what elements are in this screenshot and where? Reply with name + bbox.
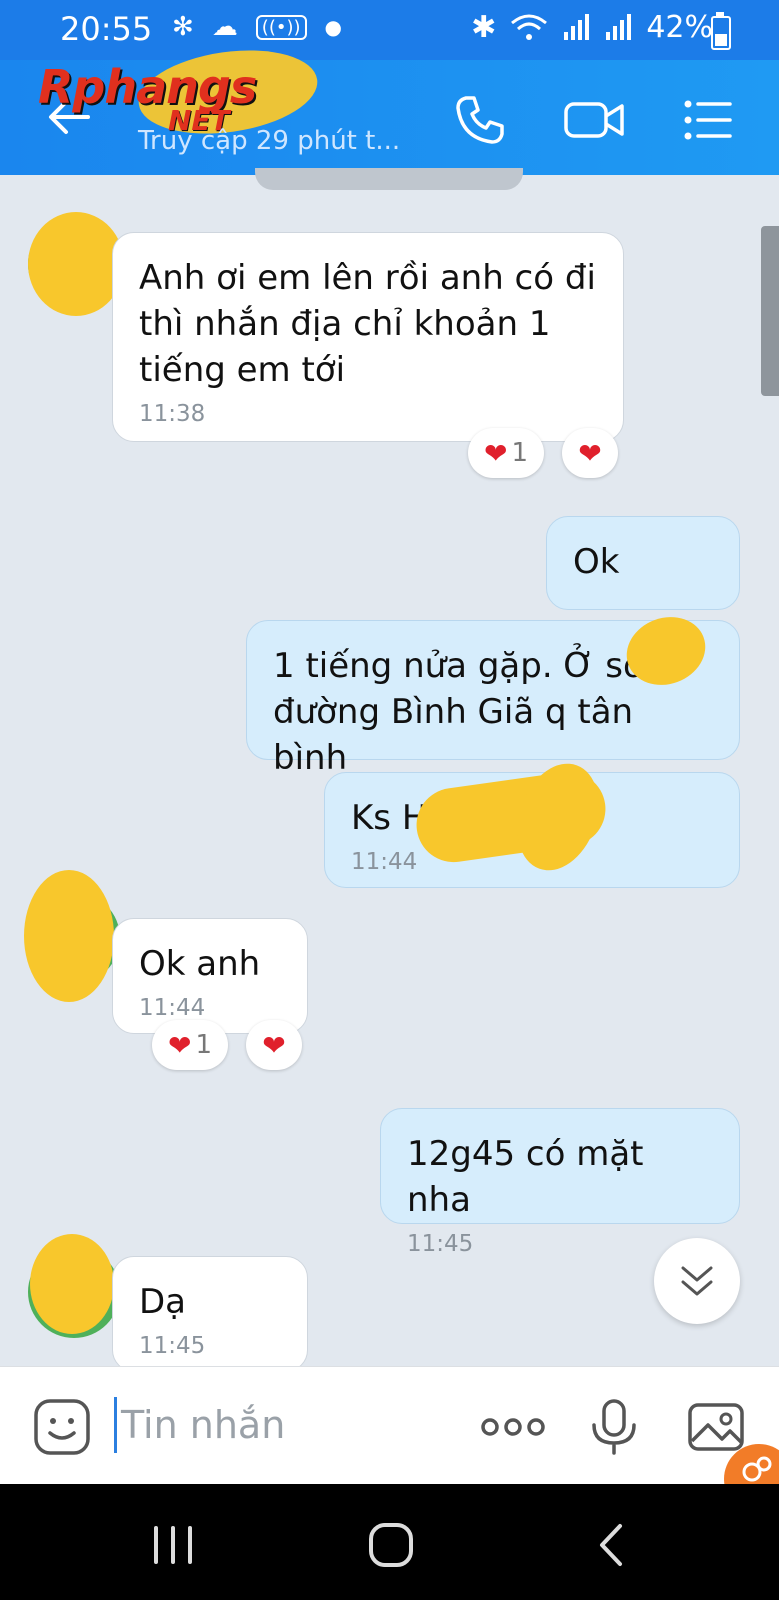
heart-react-button[interactable]: ❤ [562, 428, 618, 478]
message-bubble-outgoing[interactable]: 12g45 có mặt nha 11:45 [380, 1108, 740, 1257]
status-bar: 20:55 ✻ ☁ ((•)) ● ✱ 42% [0, 0, 779, 60]
fan-icon: ✻ [172, 12, 194, 42]
message-time: 11:38 [139, 401, 206, 427]
message-text: Anh ơi em lên rồi anh có đi thì nhắn địa… [139, 258, 596, 390]
redaction-blob [28, 212, 124, 316]
dot-icon: ● [324, 15, 342, 39]
message-bubble-outgoing[interactable]: Ok [546, 516, 740, 610]
microphone-icon[interactable] [584, 1397, 644, 1457]
menu-list-icon[interactable] [680, 92, 736, 148]
phone-call-icon[interactable] [452, 92, 508, 148]
heart-react-button[interactable]: ❤ [246, 1020, 302, 1070]
sticker-icon[interactable] [32, 1397, 92, 1457]
cloud-icon: ☁ [211, 12, 238, 42]
message-input[interactable]: Tin nhắn [114, 1397, 421, 1453]
more-options-icon[interactable] [478, 1397, 548, 1457]
chat-header: Rphangs NET Truy cập 29 phút t... [0, 39, 779, 175]
battery-icon [711, 12, 731, 50]
redaction-blob [30, 1234, 114, 1334]
message-text: 12g45 có mặt nha [407, 1134, 644, 1220]
back-nav-icon[interactable] [588, 1520, 638, 1570]
redaction-blob [24, 870, 114, 1002]
message-text: Ok [573, 542, 620, 582]
signal-icon [564, 13, 590, 40]
message-text: Ok anh [139, 944, 261, 984]
message-time: 11:44 [139, 995, 206, 1021]
status-notification-icons: ✻ ☁ ((•)) ● [172, 12, 342, 42]
message-bubble-incoming[interactable]: Ok anh 11:44 [112, 918, 308, 1034]
reaction-count: 1 [511, 438, 528, 468]
message-composer: Tin nhắn [0, 1366, 779, 1485]
date-separator [255, 168, 523, 190]
message-bubble-incoming[interactable]: Anh ơi em lên rồi anh có đi thì nhắn địa… [112, 232, 624, 442]
message-text: Dạ [139, 1282, 187, 1322]
heart-icon: ❤ [262, 1028, 286, 1062]
wifi-icon [511, 14, 548, 40]
hotspot-icon: ((•)) [255, 14, 307, 40]
battery-text: 42% [646, 10, 713, 45]
status-system-icons: ✱ 42% [471, 10, 713, 45]
reaction-summary[interactable]: ❤ 1 [468, 428, 544, 478]
heart-icon: ❤ [167, 1028, 192, 1062]
heart-icon: ❤ [483, 436, 508, 470]
scroll-to-bottom-button[interactable] [654, 1238, 740, 1324]
signal-icon-2 [606, 13, 632, 40]
message-bubble-incoming[interactable]: Dạ 11:45 [112, 1256, 308, 1372]
recent-apps-icon[interactable] [148, 1520, 198, 1570]
bluetooth-icon: ✱ [471, 10, 497, 45]
home-icon[interactable] [366, 1520, 416, 1570]
message-time: 11:45 [139, 1333, 206, 1359]
scrollbar-thumb[interactable] [761, 226, 779, 396]
status-time: 20:55 [60, 10, 153, 48]
video-call-icon[interactable] [562, 92, 626, 148]
reaction-summary[interactable]: ❤ 1 [152, 1020, 228, 1070]
reaction-count: 1 [195, 1030, 212, 1060]
double-chevron-down-icon [681, 1266, 713, 1296]
heart-icon: ❤ [578, 436, 602, 470]
last-seen-status: Truy cập 29 phút t... [138, 126, 401, 156]
system-navigation-bar [0, 1484, 779, 1600]
